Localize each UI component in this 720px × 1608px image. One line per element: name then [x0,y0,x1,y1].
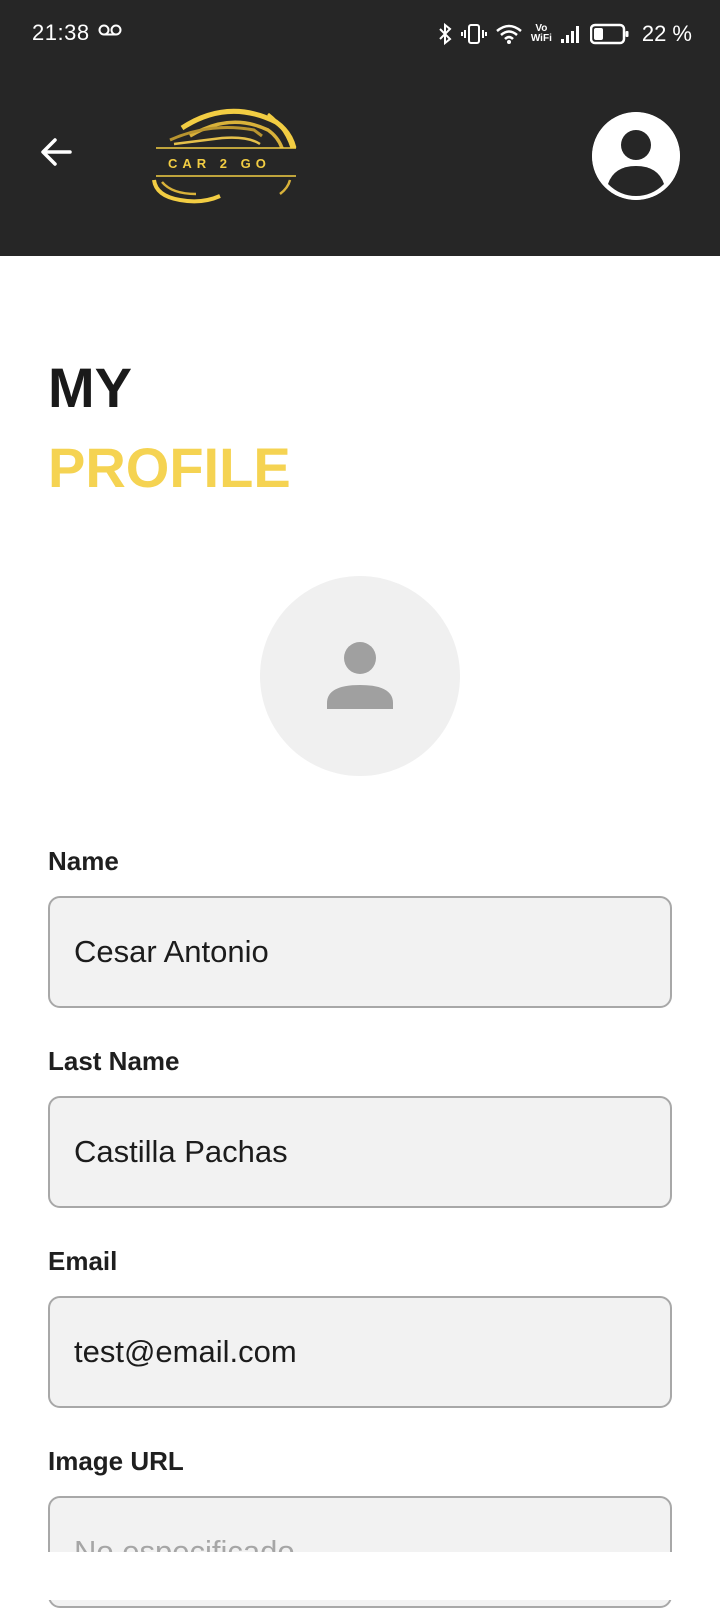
name-label: Name [48,846,119,876]
person-icon [327,642,393,709]
page-title-line2: PROFILE [48,436,291,499]
app-header: 21:38 Vo WiFi 22 % CAR 2 GO [0,0,720,256]
last-name-label: Last Name [48,1046,180,1076]
voicemail-icon [98,24,122,36]
back-button[interactable] [36,132,76,172]
email-label: Email [48,1246,118,1276]
arrow-left-icon [41,138,72,166]
battery-icon [589,23,629,45]
vowifi-bottom: WiFi [530,33,552,44]
bottom-edge [0,1552,720,1600]
page-title-line1: MY [48,356,132,419]
vibrate-icon [460,24,487,44]
logo-text: CAR 2 GO [168,156,271,171]
email-field[interactable] [48,1296,672,1408]
name-field[interactable] [48,896,672,1008]
logo-graphic [152,108,297,204]
battery-percentage: 22 % [641,21,692,46]
last-name-field[interactable] [48,1096,672,1208]
signal-icon [560,26,579,43]
car2go-logo: CAR 2 GO [150,104,300,206]
status-bar: 21:38 Vo WiFi 22 % [0,0,720,72]
vowifi-indicator: Vo WiFi [531,24,552,44]
account-button[interactable] [592,112,680,200]
account-circle-icon [592,112,680,200]
image-url-label: Image URL [48,1446,184,1476]
status-icons: Vo WiFi 22 % [437,18,692,50]
wifi-icon [496,24,522,44]
bluetooth-icon [439,22,452,46]
profile-avatar[interactable] [260,576,460,776]
status-time: 21:38 [32,20,90,45]
